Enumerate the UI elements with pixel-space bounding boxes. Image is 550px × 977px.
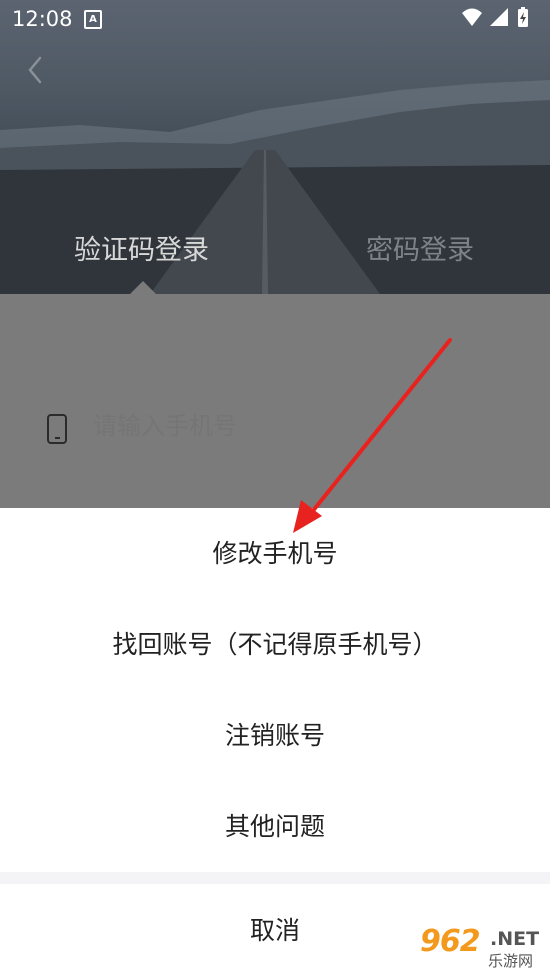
watermark-domain: .NET bbox=[490, 928, 540, 950]
tab-code-login[interactable]: 验证码登录 bbox=[74, 228, 209, 267]
option-cancel-account[interactable]: 注销账号 bbox=[0, 690, 550, 782]
mobile-phone-icon bbox=[47, 414, 67, 444]
login-form-overlay bbox=[0, 294, 550, 508]
action-sheet: 修改手机号 找回账号（不记得原手机号） 注销账号 其他问题 取消 bbox=[0, 508, 550, 977]
status-bar: 12:08 A bbox=[0, 0, 550, 38]
sheet-divider bbox=[0, 872, 550, 884]
watermark-logo: 962 .NET 乐游网 bbox=[420, 924, 546, 972]
watermark-number: 962 bbox=[420, 924, 481, 959]
option-change-phone[interactable]: 修改手机号 bbox=[0, 508, 550, 600]
notification-icon: A bbox=[84, 10, 102, 29]
status-icons bbox=[462, 7, 528, 27]
active-tab-indicator bbox=[130, 281, 156, 294]
phone-number-input[interactable] bbox=[93, 412, 393, 440]
status-time: 12:08 bbox=[12, 7, 73, 31]
wifi-icon bbox=[462, 8, 482, 26]
battery-icon bbox=[518, 7, 528, 27]
option-other-issues[interactable]: 其他问题 bbox=[0, 781, 550, 873]
signal-icon bbox=[490, 8, 508, 26]
tab-password-login[interactable]: 密码登录 bbox=[366, 228, 474, 267]
option-recover-account[interactable]: 找回账号（不记得原手机号） bbox=[0, 599, 550, 691]
back-arrow-icon[interactable] bbox=[24, 54, 48, 86]
watermark-name: 乐游网 bbox=[488, 952, 534, 970]
